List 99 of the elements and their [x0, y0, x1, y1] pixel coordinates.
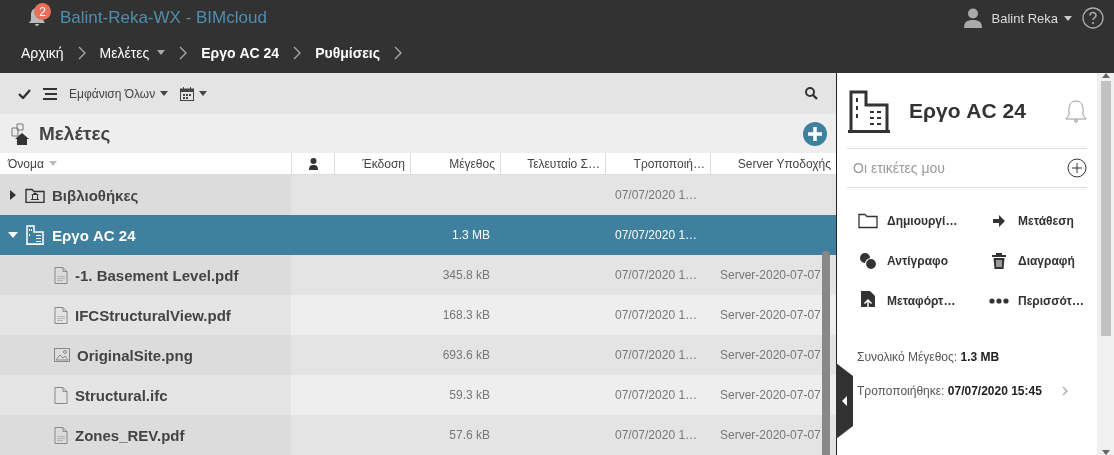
action-button[interactable]: Διαγραφή [988, 250, 1087, 272]
scrollbar[interactable] [1100, 81, 1111, 336]
user-column-icon [308, 157, 318, 170]
plus-circle-icon [803, 121, 827, 146]
file-name: -1. Basement Level.pdf [75, 266, 239, 284]
search-icon [805, 87, 818, 100]
file-name: Zones_REV.pdf [75, 426, 185, 444]
info-text: Συνολικό Μέγεθος: 1.3 MB [857, 350, 1000, 364]
action-button[interactable]: Μετάθεση [988, 210, 1087, 232]
column-header[interactable]: Όνομα [0, 153, 291, 174]
column-header[interactable]: Έκδοση [334, 153, 410, 174]
breadcrumb[interactable]: Ρυθμίσεις [315, 44, 381, 61]
tags-field[interactable]: Οι ετικέτες μου [847, 160, 1067, 176]
column-header[interactable]: Τροποποιή… [605, 153, 710, 174]
list-view-button[interactable] [43, 87, 57, 100]
column-header[interactable]: Μέγεθος [410, 153, 500, 174]
pdf-file-icon [54, 306, 68, 324]
scrollbar[interactable] [822, 251, 830, 455]
caret-icon [160, 91, 169, 96]
notification-badge: 2 [34, 3, 51, 20]
file-name: Βιβλιοθήκες [52, 186, 139, 204]
action-button[interactable]: Περισσότ… [988, 290, 1087, 312]
server-cell: Server-2020-07-07 [720, 388, 821, 402]
modified-cell: 07/07/2020 1… [615, 388, 698, 402]
caret-icon [1064, 15, 1072, 21]
expand-toggle[interactable] [8, 232, 18, 238]
check-icon [18, 88, 31, 99]
breadcrumb[interactable]: Εργο AC 24 [201, 44, 280, 61]
folder-icon [858, 213, 878, 229]
modified-cell: 07/07/2020 1… [615, 228, 698, 242]
modified-cell: 07/07/2020 1… [615, 268, 698, 282]
action-button[interactable]: Μεταφόρτ… [857, 290, 988, 312]
app-title: Balint-Reka-WX - BIMcloud [60, 8, 267, 28]
server-cell: Server-2020-07-07 [720, 268, 821, 282]
server-cell: Server-2020-07-07 [720, 428, 821, 442]
expand-toggle[interactable] [8, 190, 18, 200]
bell-outline-icon [1065, 98, 1087, 123]
breadcrumb[interactable]: Αρχική [21, 44, 64, 61]
file-name: OriginalSite.png [77, 346, 193, 364]
building-icon [25, 225, 45, 245]
modified-cell: 07/07/2020 1… [615, 348, 698, 362]
trash-icon [992, 253, 1006, 269]
calendar-icon [180, 86, 195, 101]
table-row[interactable]: Zones_REV.pdf 57.6 kB 07/07/2020 1… Server-2020-07-07 [0, 415, 836, 455]
table-row[interactable]: -1. Basement Level.pdf 345.8 kB 07/07/2020 1… Server-2020-07-07 [0, 255, 836, 295]
size-cell: 345.8 kB [442, 268, 490, 282]
project-title: Εργο AC 24 [909, 98, 1027, 123]
copy-icon [859, 252, 877, 270]
user-menu[interactable]: Balint Reka [991, 10, 1072, 26]
user-avatar-icon [963, 8, 982, 28]
caret-icon [199, 91, 208, 96]
server-cell: Server-2020-07-07 [720, 308, 821, 322]
file-name: Structural.ifc [75, 386, 168, 404]
building-icon [847, 88, 891, 133]
file-name: Εργο AC 24 [52, 226, 136, 244]
add-tag-icon [1067, 158, 1087, 178]
size-cell: 59.3 kB [449, 388, 490, 402]
chevron-icon [394, 45, 403, 60]
help-icon [1082, 7, 1104, 29]
table-row[interactable]: Βιβλιοθήκες 07/07/2020 1… [0, 175, 836, 215]
collapse-arrow-icon [8, 232, 18, 238]
date-filter-button[interactable] [180, 86, 208, 101]
more-icon [989, 298, 1009, 304]
action-button[interactable]: Αντίγραφο [857, 250, 988, 272]
select-button[interactable] [18, 88, 31, 99]
library-folder-icon [25, 187, 45, 203]
chevron-icon [1061, 386, 1068, 396]
add-button[interactable] [803, 121, 827, 146]
chevron-icon [179, 45, 188, 60]
arrow-right-icon [993, 215, 1005, 227]
list-icon [43, 87, 57, 100]
size-cell: 57.6 kB [449, 428, 490, 442]
filter-dropdown[interactable]: Εμφάνιση Όλων [69, 86, 169, 101]
section-title: Μελέτες [39, 122, 111, 145]
expand-arrow-icon [10, 190, 16, 200]
file-icon [54, 386, 68, 404]
modified-cell: 07/07/2020 1… [615, 428, 698, 442]
info-text: Τροποποιήθηκε: 07/07/2020 15:45 [857, 384, 1042, 398]
caret-icon [157, 50, 166, 55]
pdf-file-icon [54, 266, 68, 284]
pdf-file-icon [54, 426, 68, 444]
arrow-left-icon [842, 396, 847, 406]
modified-cell: 07/07/2020 1… [615, 188, 698, 202]
caret-icon [48, 161, 57, 166]
chevron-icon [293, 45, 302, 60]
table-row[interactable]: Εργο AC 24 1.3 MB 07/07/2020 1… [0, 215, 836, 255]
size-cell: 1.3 MB [452, 228, 490, 242]
file-name: IFCStructuralView.pdf [75, 306, 231, 324]
breadcrumb[interactable]: Μελέτες [99, 44, 166, 61]
scroll-down-icon [1101, 450, 1110, 455]
table-row[interactable]: OriginalSite.png 693.6 kB 07/07/2020 1… Server-2020-07-07 [0, 335, 836, 375]
server-cell: Server-2020-07-07 [720, 348, 821, 362]
modified-cell: 07/07/2020 1… [615, 308, 698, 322]
size-cell: 693.6 kB [442, 348, 490, 362]
size-cell: 168.3 kB [442, 308, 490, 322]
image-file-icon [54, 348, 70, 362]
column-header[interactable]: Τελευταίο Σ… [500, 153, 605, 174]
chevron-icon [77, 45, 86, 60]
action-button[interactable]: Δημιουργί… [857, 210, 988, 232]
